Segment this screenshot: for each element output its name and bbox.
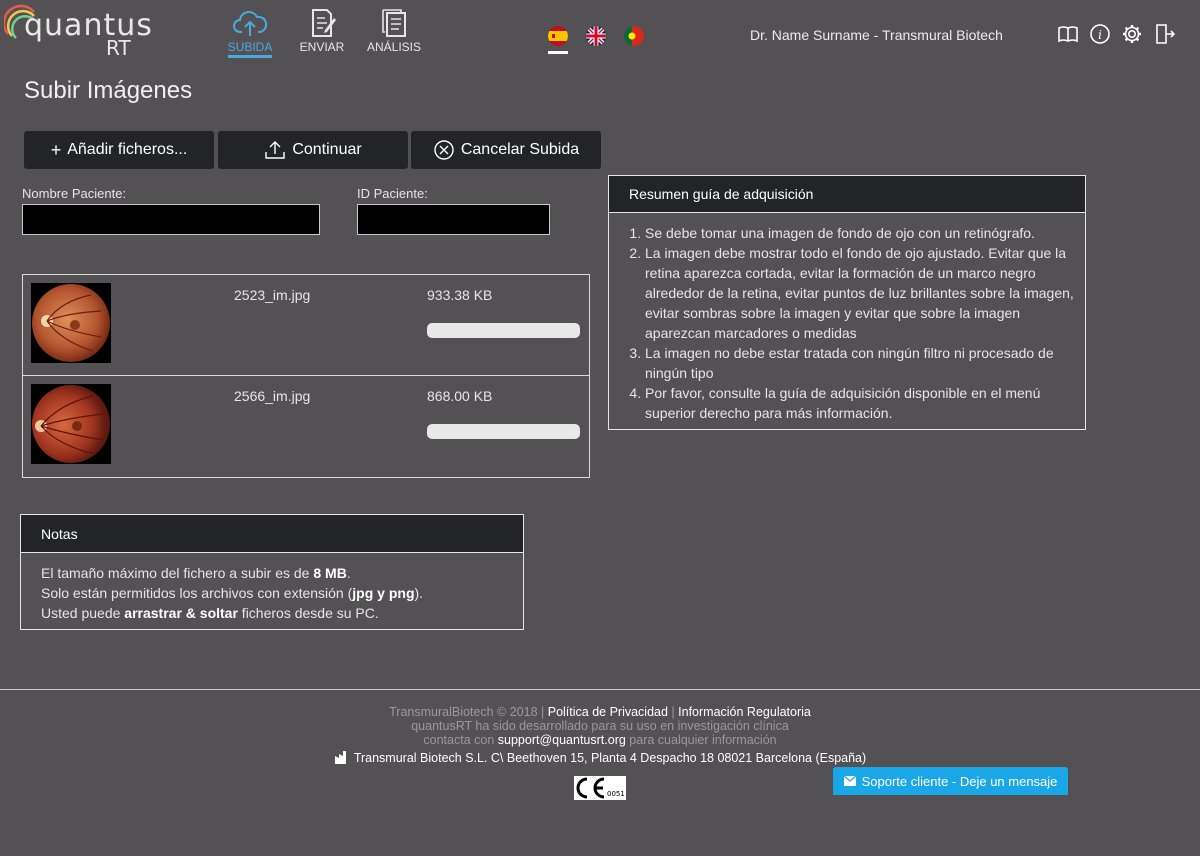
info-icon[interactable]: i xyxy=(1089,23,1111,45)
factory-icon xyxy=(334,751,346,764)
notes-title: Notas xyxy=(21,515,523,553)
file-row: 2566_im.jpg 868.00 KB xyxy=(23,376,589,477)
uk-flag-icon xyxy=(586,26,606,46)
notes-line: El tamaño máximo del fichero a subir es … xyxy=(41,565,351,581)
ce-mark: 0051 xyxy=(574,776,626,800)
nav-enviar[interactable]: ENVIAR xyxy=(286,8,358,58)
portugal-flag-icon xyxy=(624,26,644,46)
quantus-logo[interactable]: quantus RT xyxy=(4,4,152,60)
patient-name-label: Nombre Paciente: xyxy=(22,186,127,201)
retina-thumbnail[interactable] xyxy=(31,283,111,363)
guide-list: Se debe tomar una imagen de fondo de ojo… xyxy=(609,213,1085,423)
language-pt[interactable] xyxy=(624,26,644,51)
patient-name-input[interactable] xyxy=(22,204,320,235)
send-document-icon xyxy=(312,9,336,37)
upload-progress-bar xyxy=(427,323,580,338)
add-files-button[interactable]: + Añadir ficheros... xyxy=(24,131,214,169)
nav-enviar-label: ENVIAR xyxy=(299,40,345,54)
notes-panel: Notas El tamaño máximo del fichero a sub… xyxy=(20,514,524,630)
language-en[interactable] xyxy=(586,26,606,51)
book-icon[interactable] xyxy=(1057,23,1079,45)
language-selector xyxy=(548,26,644,54)
footer-line-2: quantusRT ha sido desarrollado para su u… xyxy=(411,719,789,733)
footer: TransmuralBiotech © 2018 | Política de P… xyxy=(0,689,1200,765)
retina-thumbnail[interactable] xyxy=(31,384,111,464)
notes-line: Usted puede arrastrar & soltar ficheros … xyxy=(41,605,379,621)
fundus-image-icon xyxy=(32,284,110,362)
continue-label: Continuar xyxy=(292,141,362,158)
file-row: 2523_im.jpg 933.38 KB xyxy=(23,275,589,376)
nav-subida-label: SUBIDA xyxy=(227,40,273,58)
cloud-upload-icon xyxy=(233,11,267,36)
main-nav: SUBIDA ENVIAR ANÁLISIS xyxy=(214,8,430,58)
support-message-button[interactable]: Soporte cliente - Deje un mensaje xyxy=(833,767,1068,795)
file-list: 2523_im.jpg 933.38 KB 2566_im.jpg 868.00… xyxy=(22,274,590,478)
gear-icon[interactable] xyxy=(1121,23,1143,45)
guide-item: Se debe tomar una imagen de fondo de ojo… xyxy=(645,223,1079,243)
plus-icon: + xyxy=(50,139,62,160)
file-size: 933.38 KB xyxy=(427,287,493,303)
guide-item: La imagen no debe estar tratada con ning… xyxy=(645,343,1079,383)
regulatory-link[interactable]: Información Regulatoria xyxy=(678,705,811,719)
acquisition-guide-panel: Resumen guía de adquisición Se debe toma… xyxy=(608,175,1086,430)
fundus-image-icon xyxy=(32,385,110,463)
language-es[interactable] xyxy=(548,26,568,54)
user-name[interactable]: Dr. Name Surname - Transmural Biotech xyxy=(750,27,1003,43)
analysis-document-icon xyxy=(382,9,406,37)
footer-line-1: TransmuralBiotech © 2018 | Política de P… xyxy=(389,705,811,719)
nav-analisis-label: ANÁLISIS xyxy=(366,40,422,54)
nav-analisis[interactable]: ANÁLISIS xyxy=(358,8,430,58)
svg-text:i: i xyxy=(1098,28,1102,42)
guide-title: Resumen guía de adquisición xyxy=(609,176,1085,213)
continue-button[interactable]: Continuar xyxy=(218,131,408,169)
logout-icon[interactable] xyxy=(1153,23,1175,45)
upload-icon xyxy=(265,141,286,159)
patient-id-input[interactable] xyxy=(357,204,550,235)
cancel-circle-icon xyxy=(434,140,454,160)
page-title: Subir Imágenes xyxy=(24,77,193,104)
cancel-upload-button[interactable]: Cancelar Subida xyxy=(411,131,601,169)
notes-body: El tamaño máximo del fichero a subir es … xyxy=(21,553,523,633)
logo-suffix: RT xyxy=(106,36,131,60)
header-tools: i xyxy=(1057,23,1175,45)
file-name: 2566_im.jpg xyxy=(234,388,311,404)
notes-line: Solo están permitidos los archivos con e… xyxy=(41,585,424,601)
footer-address: Transmural Biotech S.L. C\ Beethoven 15,… xyxy=(0,750,1200,765)
patient-id-label: ID Paciente: xyxy=(357,186,428,201)
footer-line-3: contacta con support@quantusrt.org para … xyxy=(423,733,777,747)
cancel-upload-label: Cancelar Subida xyxy=(460,141,580,158)
ce-number: 0051 xyxy=(607,790,625,798)
support-email-link[interactable]: support@quantusrt.org xyxy=(498,733,626,747)
add-files-label: Añadir ficheros... xyxy=(67,141,188,158)
file-size: 868.00 KB xyxy=(427,388,493,404)
privacy-link[interactable]: Política de Privacidad xyxy=(548,705,668,719)
file-name: 2523_im.jpg xyxy=(234,287,311,303)
logo-word: quantus xyxy=(24,8,153,43)
envelope-icon xyxy=(843,776,856,786)
nav-subida[interactable]: SUBIDA xyxy=(214,8,286,58)
guide-item: La imagen debe mostrar todo el fondo de … xyxy=(645,243,1079,343)
support-label: Soporte cliente - Deje un mensaje xyxy=(861,773,1058,789)
spain-flag-icon xyxy=(548,26,568,46)
guide-item: Por favor, consulte la guía de adquisici… xyxy=(645,383,1079,423)
upload-progress-bar xyxy=(427,424,580,439)
